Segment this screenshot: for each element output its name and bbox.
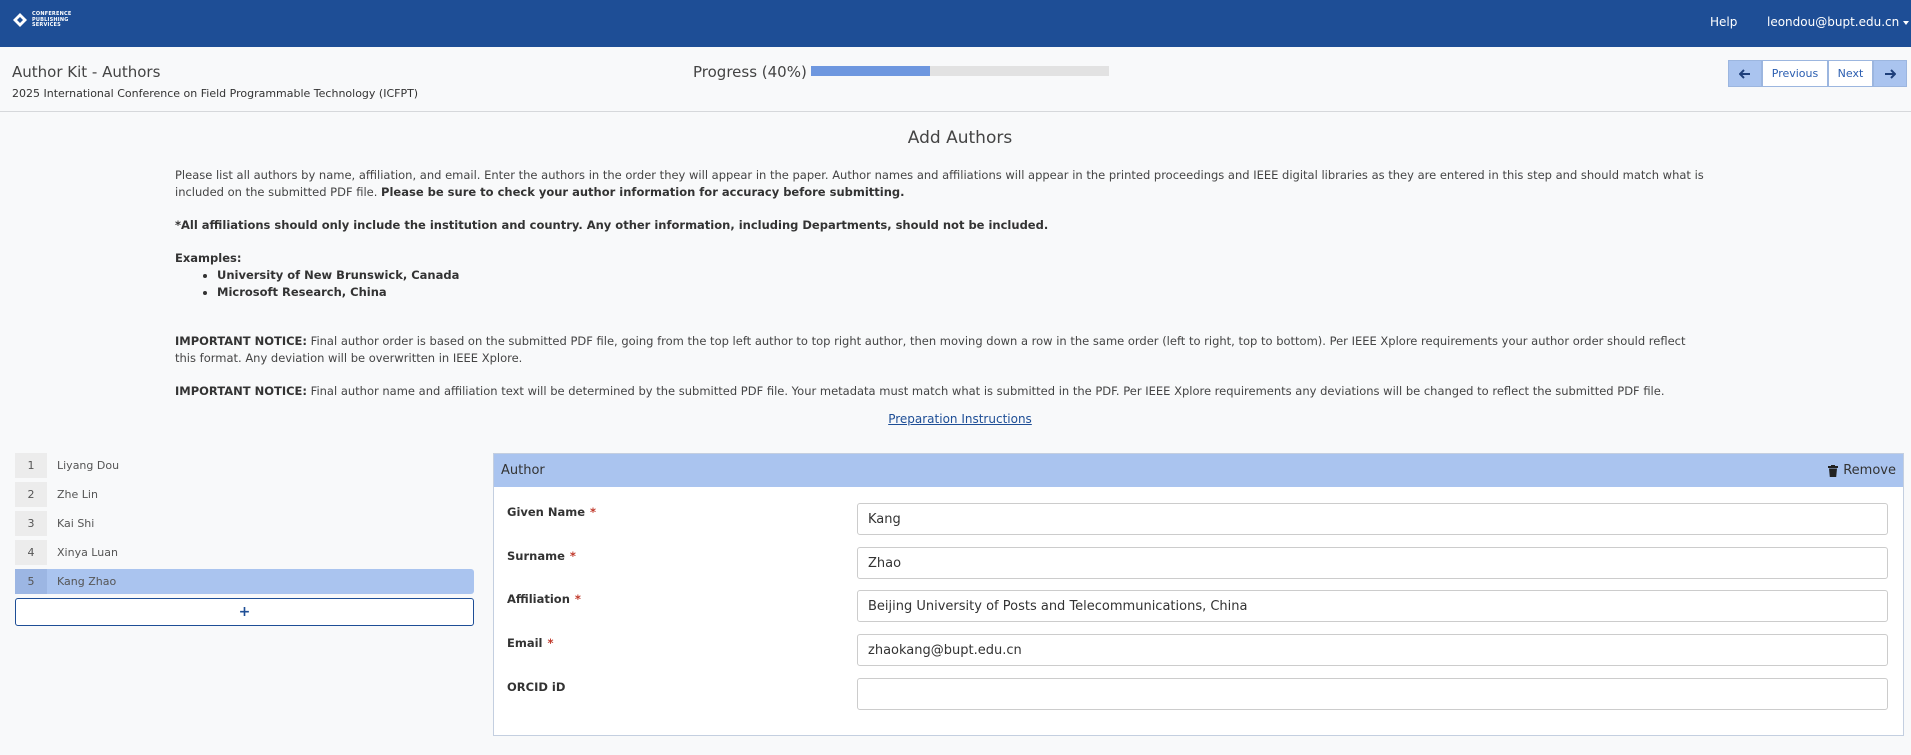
notice-label: IMPORTANT NOTICE:	[175, 334, 308, 348]
logo-mark-icon	[13, 13, 27, 28]
card-title: Author	[501, 463, 545, 478]
preparation-instructions-link[interactable]: Preparation Instructions	[888, 412, 1032, 426]
author-list-item[interactable]: 1 Liyang Dou	[15, 453, 474, 478]
author-name: Kang Zhao	[57, 575, 117, 588]
logo-text: CONFERENCE PUBLISHING SERVICES	[32, 11, 71, 29]
progress-bar	[811, 66, 1109, 76]
progress-label: Progress (40%)	[693, 63, 807, 81]
affiliation-input[interactable]: Beijing University of Posts and Telecomm…	[857, 590, 1888, 622]
next-button[interactable]: Next	[1828, 60, 1873, 87]
notice-metadata: IMPORTANT NOTICE: Final author name and …	[175, 383, 1705, 400]
orcid-label-text: ORCID iD	[507, 680, 566, 694]
author-list-item[interactable]: 2 Zhe Lin	[15, 482, 474, 507]
top-navbar: CONFERENCE PUBLISHING SERVICES Help leon…	[0, 0, 1911, 47]
logo-line: SERVICES	[32, 22, 61, 28]
required-marker: *	[547, 636, 554, 650]
intro-paragraph: Please list all authors by name, affilia…	[175, 167, 1705, 201]
author-number: 5	[15, 569, 47, 594]
author-number: 4	[15, 540, 47, 565]
intro-bold: Please be sure to check your author info…	[381, 185, 905, 199]
affiliation-note: *All affiliations should only include th…	[175, 217, 1705, 234]
author-list-item-selected[interactable]: 5 Kang Zhao	[15, 569, 474, 594]
email-label: Email *	[507, 636, 554, 650]
author-name: Zhe Lin	[57, 488, 98, 501]
cps-logo[interactable]: CONFERENCE PUBLISHING SERVICES	[12, 11, 71, 29]
prep-link-wrap: Preparation Instructions	[0, 412, 1911, 426]
example-item: University of New Brunswick, Canada	[217, 267, 1705, 284]
previous-arrow-button[interactable]	[1728, 60, 1762, 87]
email-input[interactable]: zhaokang@bupt.edu.cn	[857, 634, 1888, 666]
examples-block: Examples: University of New Brunswick, C…	[175, 250, 1705, 301]
previous-button[interactable]: Previous	[1762, 60, 1828, 87]
author-number: 3	[15, 511, 47, 536]
kit-subheader: Author Kit - Authors 2025 International …	[0, 47, 1911, 112]
help-link[interactable]: Help	[1710, 15, 1737, 29]
progress-fill	[811, 66, 931, 76]
remove-label: Remove	[1843, 463, 1896, 478]
notice-label: IMPORTANT NOTICE:	[175, 384, 308, 398]
arrow-left-icon	[1739, 68, 1750, 79]
author-edit-card: Author Remove Given Name * Kang Surname * …	[493, 453, 1904, 736]
examples-label: Examples:	[175, 251, 242, 265]
required-marker: *	[569, 549, 576, 563]
affiliation-label-text: Affiliation	[507, 592, 570, 606]
required-marker: *	[590, 505, 597, 519]
notice-metadata-text: Final author name and affiliation text w…	[310, 384, 1665, 398]
user-email: leondou@bupt.edu.cn	[1767, 15, 1900, 29]
trash-icon	[1828, 464, 1839, 477]
add-author-button[interactable]: +	[15, 598, 474, 626]
remove-author-button[interactable]: Remove	[1828, 463, 1896, 478]
next-arrow-button[interactable]	[1873, 60, 1907, 87]
caret-down-icon	[1903, 20, 1910, 25]
surname-label: Surname *	[507, 549, 576, 563]
given-name-input[interactable]: Kang	[857, 503, 1888, 535]
surname-input[interactable]: Zhao	[857, 547, 1888, 579]
email-label-text: Email	[507, 636, 543, 650]
required-marker: *	[574, 592, 581, 606]
notice-order: IMPORTANT NOTICE: Final author order is …	[175, 333, 1705, 367]
author-number: 2	[15, 482, 47, 507]
section-title: Add Authors	[907, 128, 1013, 148]
author-name: Liyang Dou	[57, 459, 120, 472]
author-number: 1	[15, 453, 47, 478]
affiliation-label: Affiliation *	[507, 592, 581, 606]
author-list: 1 Liyang Dou 2 Zhe Lin 3 Kai Shi 4 Xinya…	[15, 453, 474, 626]
arrow-right-icon	[1885, 68, 1896, 79]
card-header: Author Remove	[494, 454, 1903, 487]
notice-order-text: Final author order is based on the submi…	[175, 334, 1686, 365]
author-list-item[interactable]: 3 Kai Shi	[15, 511, 474, 536]
given-name-label-text: Given Name	[507, 505, 586, 519]
examples-list: University of New Brunswick, Canada Micr…	[217, 267, 1705, 301]
author-list-item[interactable]: 4 Xinya Luan	[15, 540, 474, 565]
orcid-label: ORCID iD	[507, 680, 565, 694]
orcid-input[interactable]	[857, 678, 1888, 710]
author-name: Xinya Luan	[57, 546, 118, 559]
conference-name: 2025 International Conference on Field P…	[12, 87, 419, 100]
step-navigation: Previous Next	[1728, 60, 1907, 87]
affiliation-note-text: *All affiliations should only include th…	[175, 218, 1049, 232]
surname-label-text: Surname	[507, 549, 565, 563]
example-item: Microsoft Research, China	[217, 284, 1705, 301]
page-title: Author Kit - Authors	[12, 63, 161, 81]
user-menu[interactable]: leondou@bupt.edu.cn	[1767, 15, 1910, 29]
instructions: Please list all authors by name, affilia…	[175, 167, 1705, 416]
author-name: Kai Shi	[57, 517, 95, 530]
given-name-label: Given Name *	[507, 505, 596, 519]
